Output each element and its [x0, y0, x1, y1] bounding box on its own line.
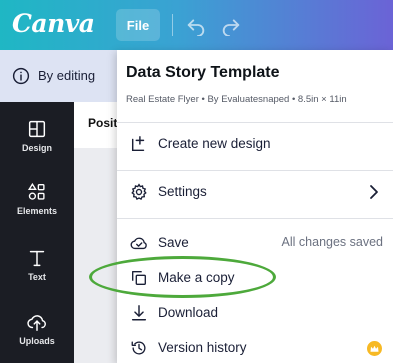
menu-divider [117, 122, 393, 123]
design-title[interactable]: Data Story Template [126, 64, 280, 82]
settings-item[interactable]: Settings [117, 175, 393, 209]
undo-icon[interactable] [185, 14, 207, 36]
highlight-annotation [89, 256, 276, 298]
save-item[interactable]: Save All changes saved [117, 226, 393, 260]
sidebar-item-label: Elements [16, 205, 58, 216]
text-icon [29, 250, 45, 266]
sidebar-item-uploads[interactable]: Uploads [0, 298, 74, 358]
position-label: Posit [88, 116, 118, 130]
save-status: All changes saved [281, 235, 383, 249]
menu-item-label: Create new design [158, 136, 271, 151]
menu-item-label: Save [158, 235, 189, 250]
sidebar-item-label: Design [21, 142, 52, 153]
elements-icon [27, 182, 45, 200]
download-icon [131, 305, 147, 321]
chevron-right-icon [370, 185, 378, 199]
design-subtitle: Real Estate Flyer • By Evaluatesnaped • … [126, 94, 347, 105]
sidebar-item-design[interactable]: Design [0, 105, 74, 165]
version-history-item[interactable]: Version history [117, 331, 393, 363]
gear-icon [131, 183, 147, 201]
top-bar: Canva File [0, 0, 393, 50]
file-menu-button[interactable]: File [116, 9, 160, 41]
redo-icon[interactable] [220, 14, 242, 36]
menu-item-label: Settings [158, 184, 207, 199]
menu-divider [117, 218, 393, 219]
sidebar-item-text[interactable]: Text [0, 234, 74, 294]
menu-item-label: Download [158, 305, 219, 320]
info-icon [12, 67, 30, 85]
file-menu: Data Story Template Real Estate Flyer • … [117, 50, 393, 363]
info-text: By editing [38, 68, 96, 83]
left-sidebar: Design Elements Text Uploads [0, 102, 74, 363]
design-icon [28, 120, 46, 137]
history-icon [131, 341, 146, 355]
download-item[interactable]: Download [117, 296, 393, 330]
sidebar-item-label: Text [28, 271, 46, 282]
sidebar-item-elements[interactable]: Elements [0, 168, 74, 228]
create-design-icon [131, 136, 145, 152]
menu-divider [117, 170, 393, 171]
crown-glyph-icon [370, 345, 379, 352]
sidebar-item-label: Uploads [19, 335, 55, 346]
toolbar-divider [172, 14, 173, 36]
cloud-check-icon [130, 237, 147, 250]
crown-icon [367, 341, 382, 356]
uploads-icon [27, 314, 46, 331]
create-new-design-item[interactable]: Create new design [117, 127, 393, 161]
canva-logo[interactable]: Canva [12, 9, 95, 38]
menu-item-label: Version history [158, 340, 247, 355]
